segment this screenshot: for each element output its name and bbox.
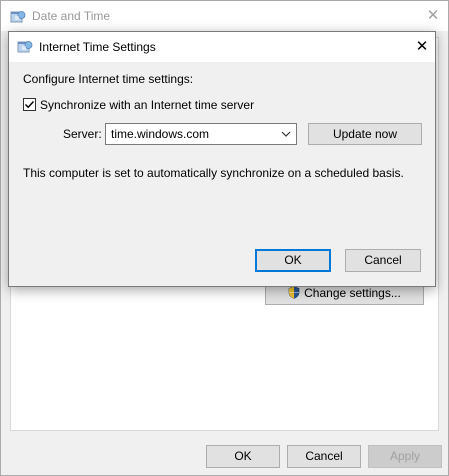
parent-ok-button[interactable]: OK: [206, 445, 280, 468]
parent-window-title: Date and Time: [32, 9, 111, 23]
change-settings-label: Change settings...: [304, 286, 401, 300]
date-time-globe-icon: [17, 39, 33, 55]
chevron-down-icon[interactable]: [280, 128, 292, 140]
parent-titlebar: Date and Time ✕: [1, 1, 448, 31]
sync-status-text: This computer is set to automatically sy…: [23, 166, 404, 180]
internet-time-settings-dialog: Internet Time Settings ✕ Configure Inter…: [8, 31, 436, 287]
sync-checkbox[interactable]: [23, 98, 36, 111]
parent-cancel-button[interactable]: Cancel: [287, 445, 361, 468]
sync-checkbox-label[interactable]: Synchronize with an Internet time server: [40, 98, 254, 112]
dialog-ok-button[interactable]: OK: [255, 249, 331, 272]
server-value[interactable]: time.windows.com: [111, 127, 209, 141]
configure-label: Configure Internet time settings:: [23, 72, 194, 86]
date-time-globe-icon: [10, 9, 26, 25]
dialog-cancel-button[interactable]: Cancel: [345, 249, 421, 272]
dialog-titlebar: Internet Time Settings ✕: [9, 32, 435, 62]
update-now-button[interactable]: Update now: [308, 123, 422, 145]
server-combobox[interactable]: time.windows.com: [105, 123, 297, 145]
check-icon: [25, 101, 35, 109]
dialog-title: Internet Time Settings: [39, 40, 156, 54]
server-label: Server:: [63, 127, 102, 141]
parent-apply-button[interactable]: Apply: [368, 445, 442, 468]
parent-close-button[interactable]: ✕: [421, 5, 445, 27]
dialog-close-button[interactable]: ✕: [411, 36, 433, 58]
